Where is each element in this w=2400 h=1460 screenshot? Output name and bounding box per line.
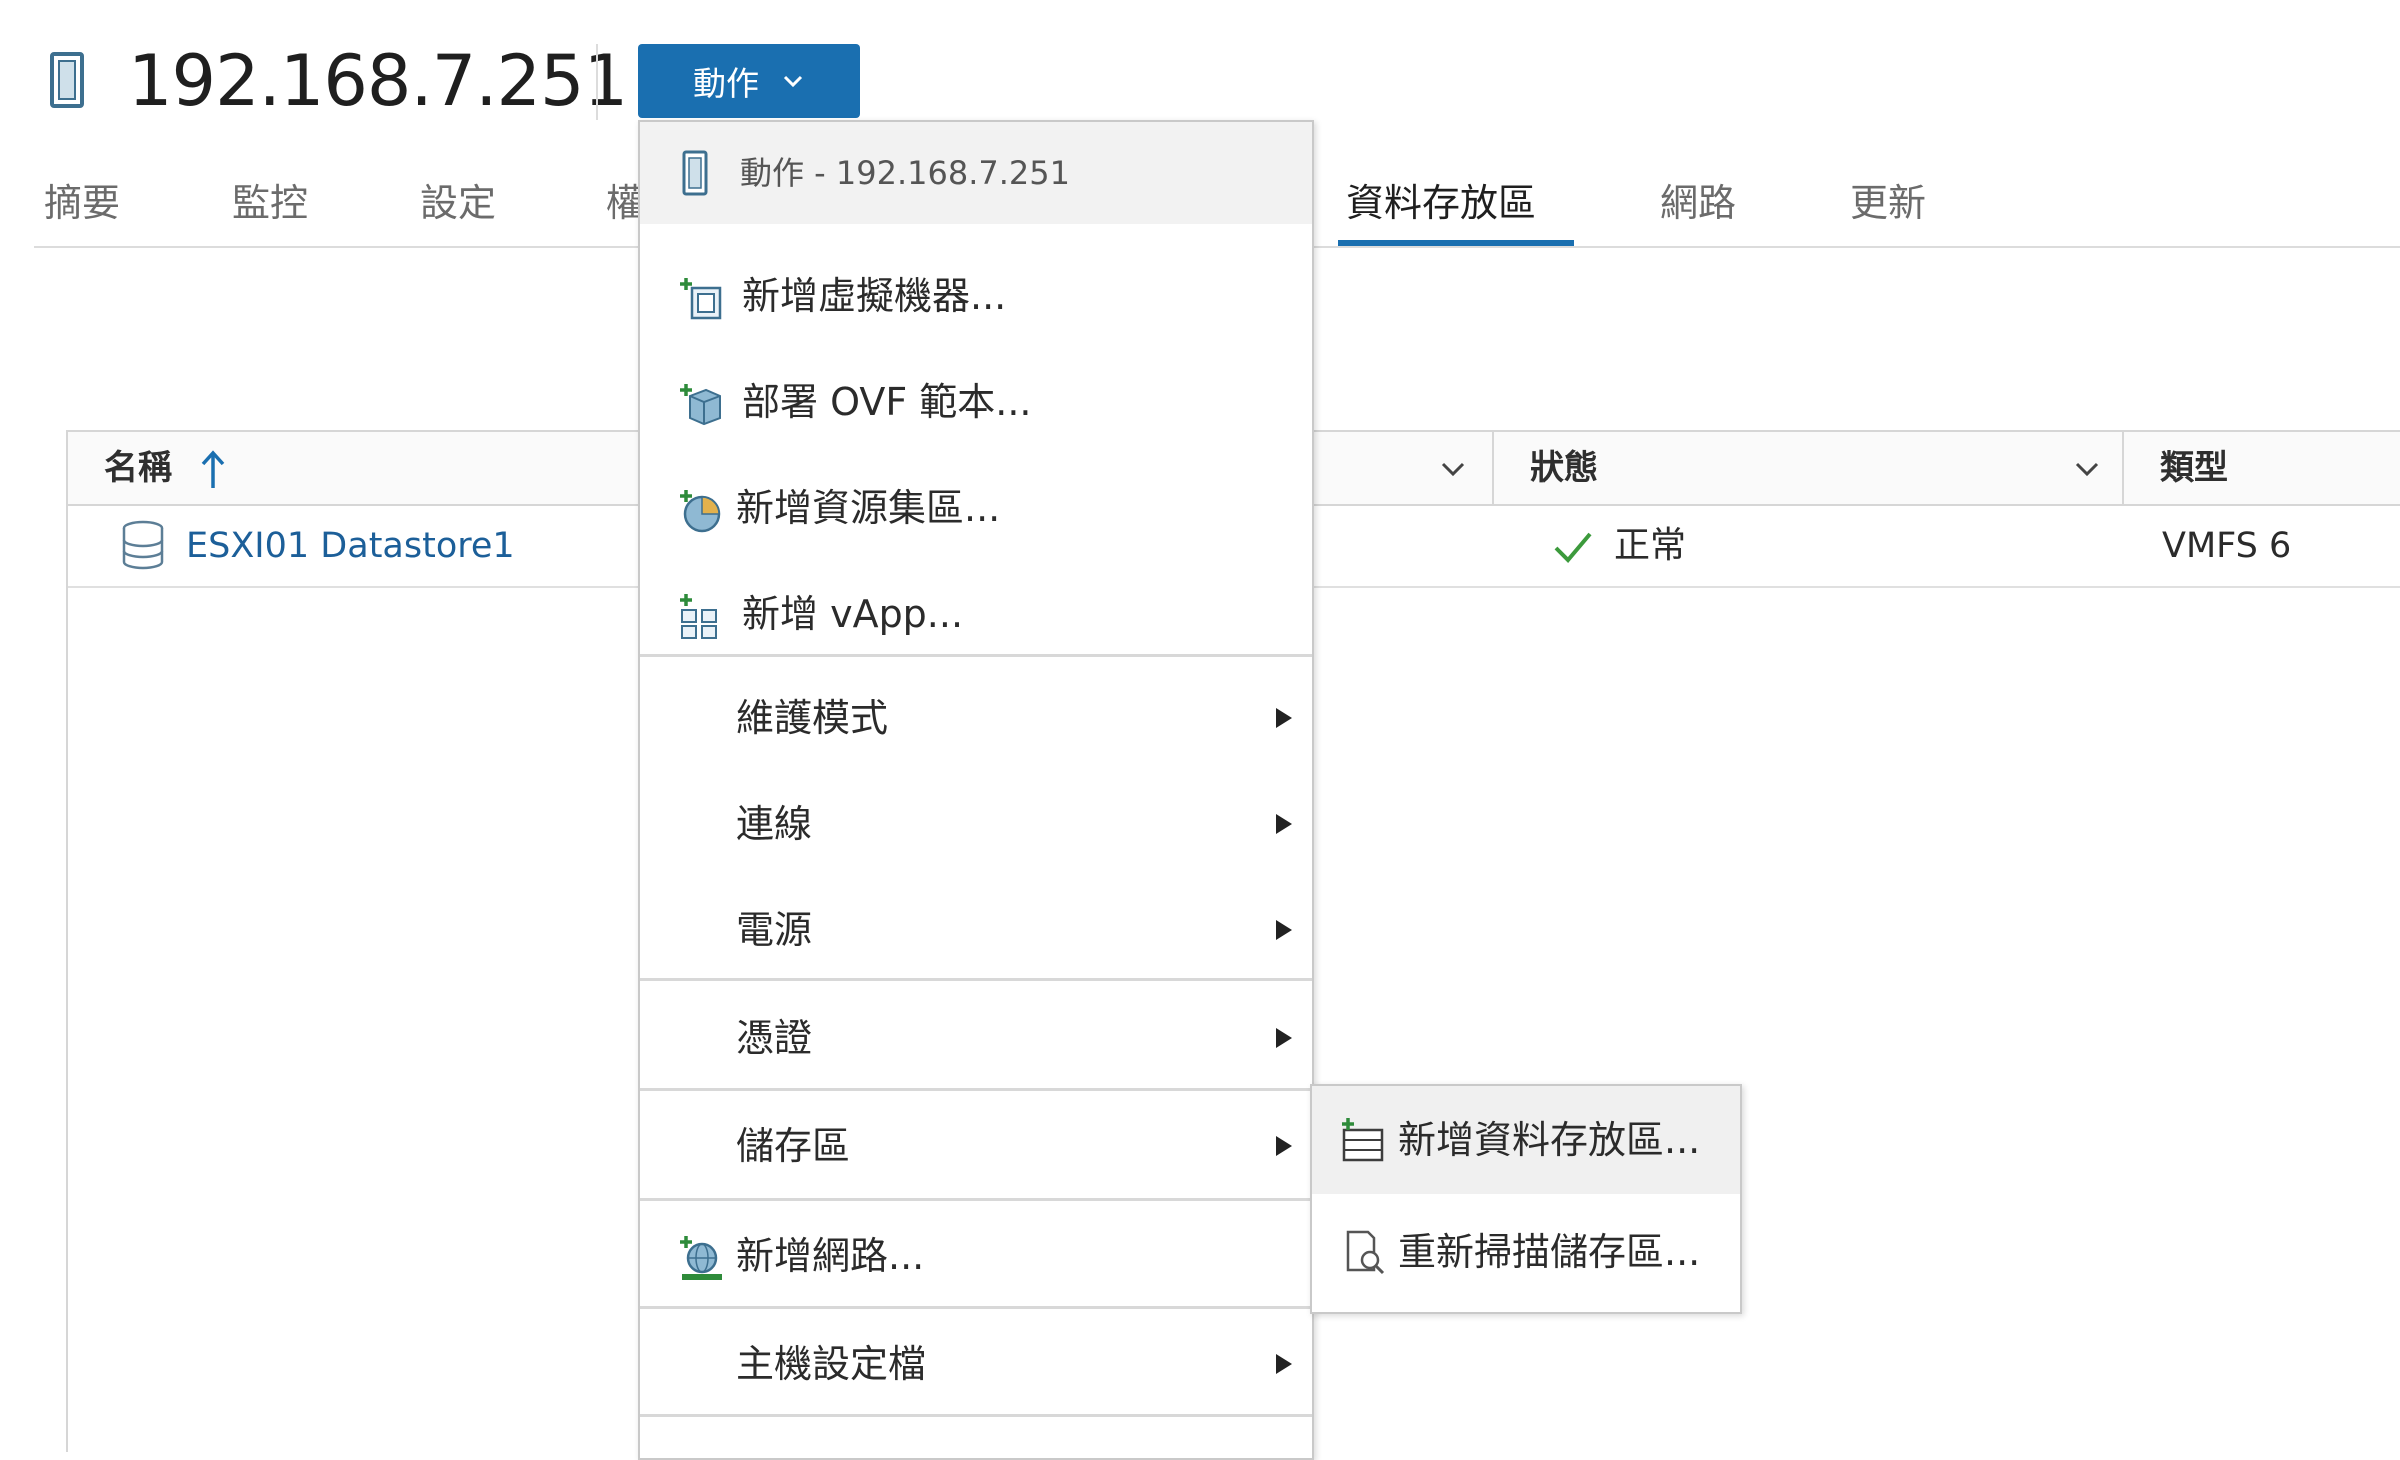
tab-networks[interactable]: 網路 [1660, 170, 1736, 236]
tab-configure[interactable]: 設定 [420, 170, 496, 236]
actions-menu: 動作 - 192.168.7.251 新增虛擬機器... 部署 OVF 範本..… [638, 120, 1314, 1460]
new-vm-icon [680, 278, 722, 320]
menu-item-label: 新增虛擬機器... [742, 274, 1007, 318]
resource-pool-icon [680, 490, 721, 533]
menu-item-rescan-storage[interactable]: 重新掃描儲存區... [1312, 1198, 1740, 1306]
host-title: 192.168.7.251 [128, 40, 628, 122]
tab-permissions[interactable]: 權 [606, 170, 638, 236]
tab-updates[interactable]: 更新 [1850, 170, 1926, 236]
column-header-status[interactable]: 狀態 [1530, 432, 1598, 504]
menu-item-certificates[interactable]: 憑證 [640, 986, 1312, 1090]
host-icon [50, 52, 84, 108]
menu-item-add-networking[interactable]: 新增網路... [640, 1204, 1312, 1308]
actions-button-label: 動作 [693, 64, 759, 103]
menu-separator [640, 1414, 1312, 1417]
actions-button[interactable]: 動作 [638, 44, 860, 118]
tab-datastores[interactable]: 資料存放區 [1346, 170, 1536, 236]
column-header-name[interactable]: 名稱 [104, 432, 172, 504]
check-icon [1552, 528, 1594, 568]
menu-item-deploy-ovf[interactable]: 部署 OVF 範本... [640, 350, 1312, 454]
menu-item-new-vapp[interactable]: 新增 vApp... [640, 562, 1312, 666]
menu-item-label: 新增 vApp... [742, 592, 964, 636]
menu-item-storage[interactable]: 儲存區 [640, 1094, 1312, 1198]
menu-item-maintenance-mode[interactable]: 維護模式 [640, 666, 1312, 770]
host-icon [682, 150, 708, 196]
menu-item-label: 部署 OVF 範本... [742, 380, 1032, 424]
menu-item-new-datastore[interactable]: 新增資料存放區... [1312, 1086, 1740, 1194]
storage-submenu: 新增資料存放區... 重新掃描儲存區... [1310, 1084, 1742, 1314]
tab-summary[interactable]: 摘要 [44, 170, 120, 236]
menu-item-new-resource-pool[interactable]: 新增資源集區... [640, 456, 1312, 560]
submenu-arrow-icon [1276, 920, 1292, 940]
menu-item-connection[interactable]: 連線 [640, 772, 1312, 876]
datastore-status: 正常 [1614, 525, 1687, 566]
menu-item-label: 主機設定檔 [736, 1342, 927, 1386]
submenu-arrow-icon [1276, 708, 1292, 728]
menu-separator [640, 654, 1312, 657]
new-datastore-icon [1342, 1118, 1384, 1162]
submenu-item-label: 重新掃描儲存區... [1398, 1230, 1701, 1274]
menu-item-label: 電源 [736, 908, 813, 952]
submenu-arrow-icon [1276, 1136, 1292, 1156]
datastore-icon [120, 520, 166, 570]
column-header-type[interactable]: 類型 [2160, 432, 2228, 504]
menu-item-host-profiles[interactable]: 主機設定檔 [640, 1312, 1312, 1416]
menu-item-new-vm[interactable]: 新增虛擬機器... [640, 244, 1312, 348]
menu-separator [640, 978, 1312, 981]
datastore-name-link[interactable]: ESXI01 Datastore1 [186, 516, 515, 576]
chevron-down-icon [783, 75, 803, 88]
submenu-arrow-icon [1276, 1354, 1292, 1374]
column-separator[interactable] [1492, 432, 1494, 504]
menu-separator [640, 1198, 1312, 1201]
actions-menu-header: 動作 - 192.168.7.251 [640, 122, 1312, 224]
menu-item-power[interactable]: 電源 [640, 878, 1312, 982]
menu-item-label: 憑證 [736, 1016, 813, 1060]
menu-item-label: 儲存區 [736, 1124, 851, 1168]
menu-separator [640, 1306, 1312, 1309]
column-filter-chevron-icon[interactable] [2072, 454, 2102, 484]
tab-monitor[interactable]: 監控 [232, 170, 308, 236]
submenu-arrow-icon [1276, 814, 1292, 834]
deploy-ovf-icon [680, 384, 721, 426]
header-divider [596, 44, 598, 120]
menu-item-label: 維護模式 [736, 696, 889, 740]
submenu-arrow-icon [1276, 1028, 1292, 1048]
actions-menu-header-label: 動作 - 192.168.7.251 [740, 154, 1071, 192]
submenu-item-label: 新增資料存放區... [1398, 1118, 1701, 1162]
menu-separator [640, 1088, 1312, 1091]
column-separator[interactable] [2122, 432, 2124, 504]
add-network-icon [680, 1236, 722, 1280]
column-filter-chevron-icon[interactable] [1438, 454, 1468, 484]
menu-item-label: 連線 [736, 802, 813, 846]
sort-ascending-icon[interactable] [198, 448, 228, 492]
menu-item-label: 新增資源集區... [736, 486, 1001, 530]
vapp-icon [680, 594, 717, 639]
rescan-storage-icon [1346, 1230, 1385, 1275]
menu-item-label: 新增網路... [736, 1234, 925, 1278]
datastore-type: VMFS 6 [2162, 526, 2292, 566]
